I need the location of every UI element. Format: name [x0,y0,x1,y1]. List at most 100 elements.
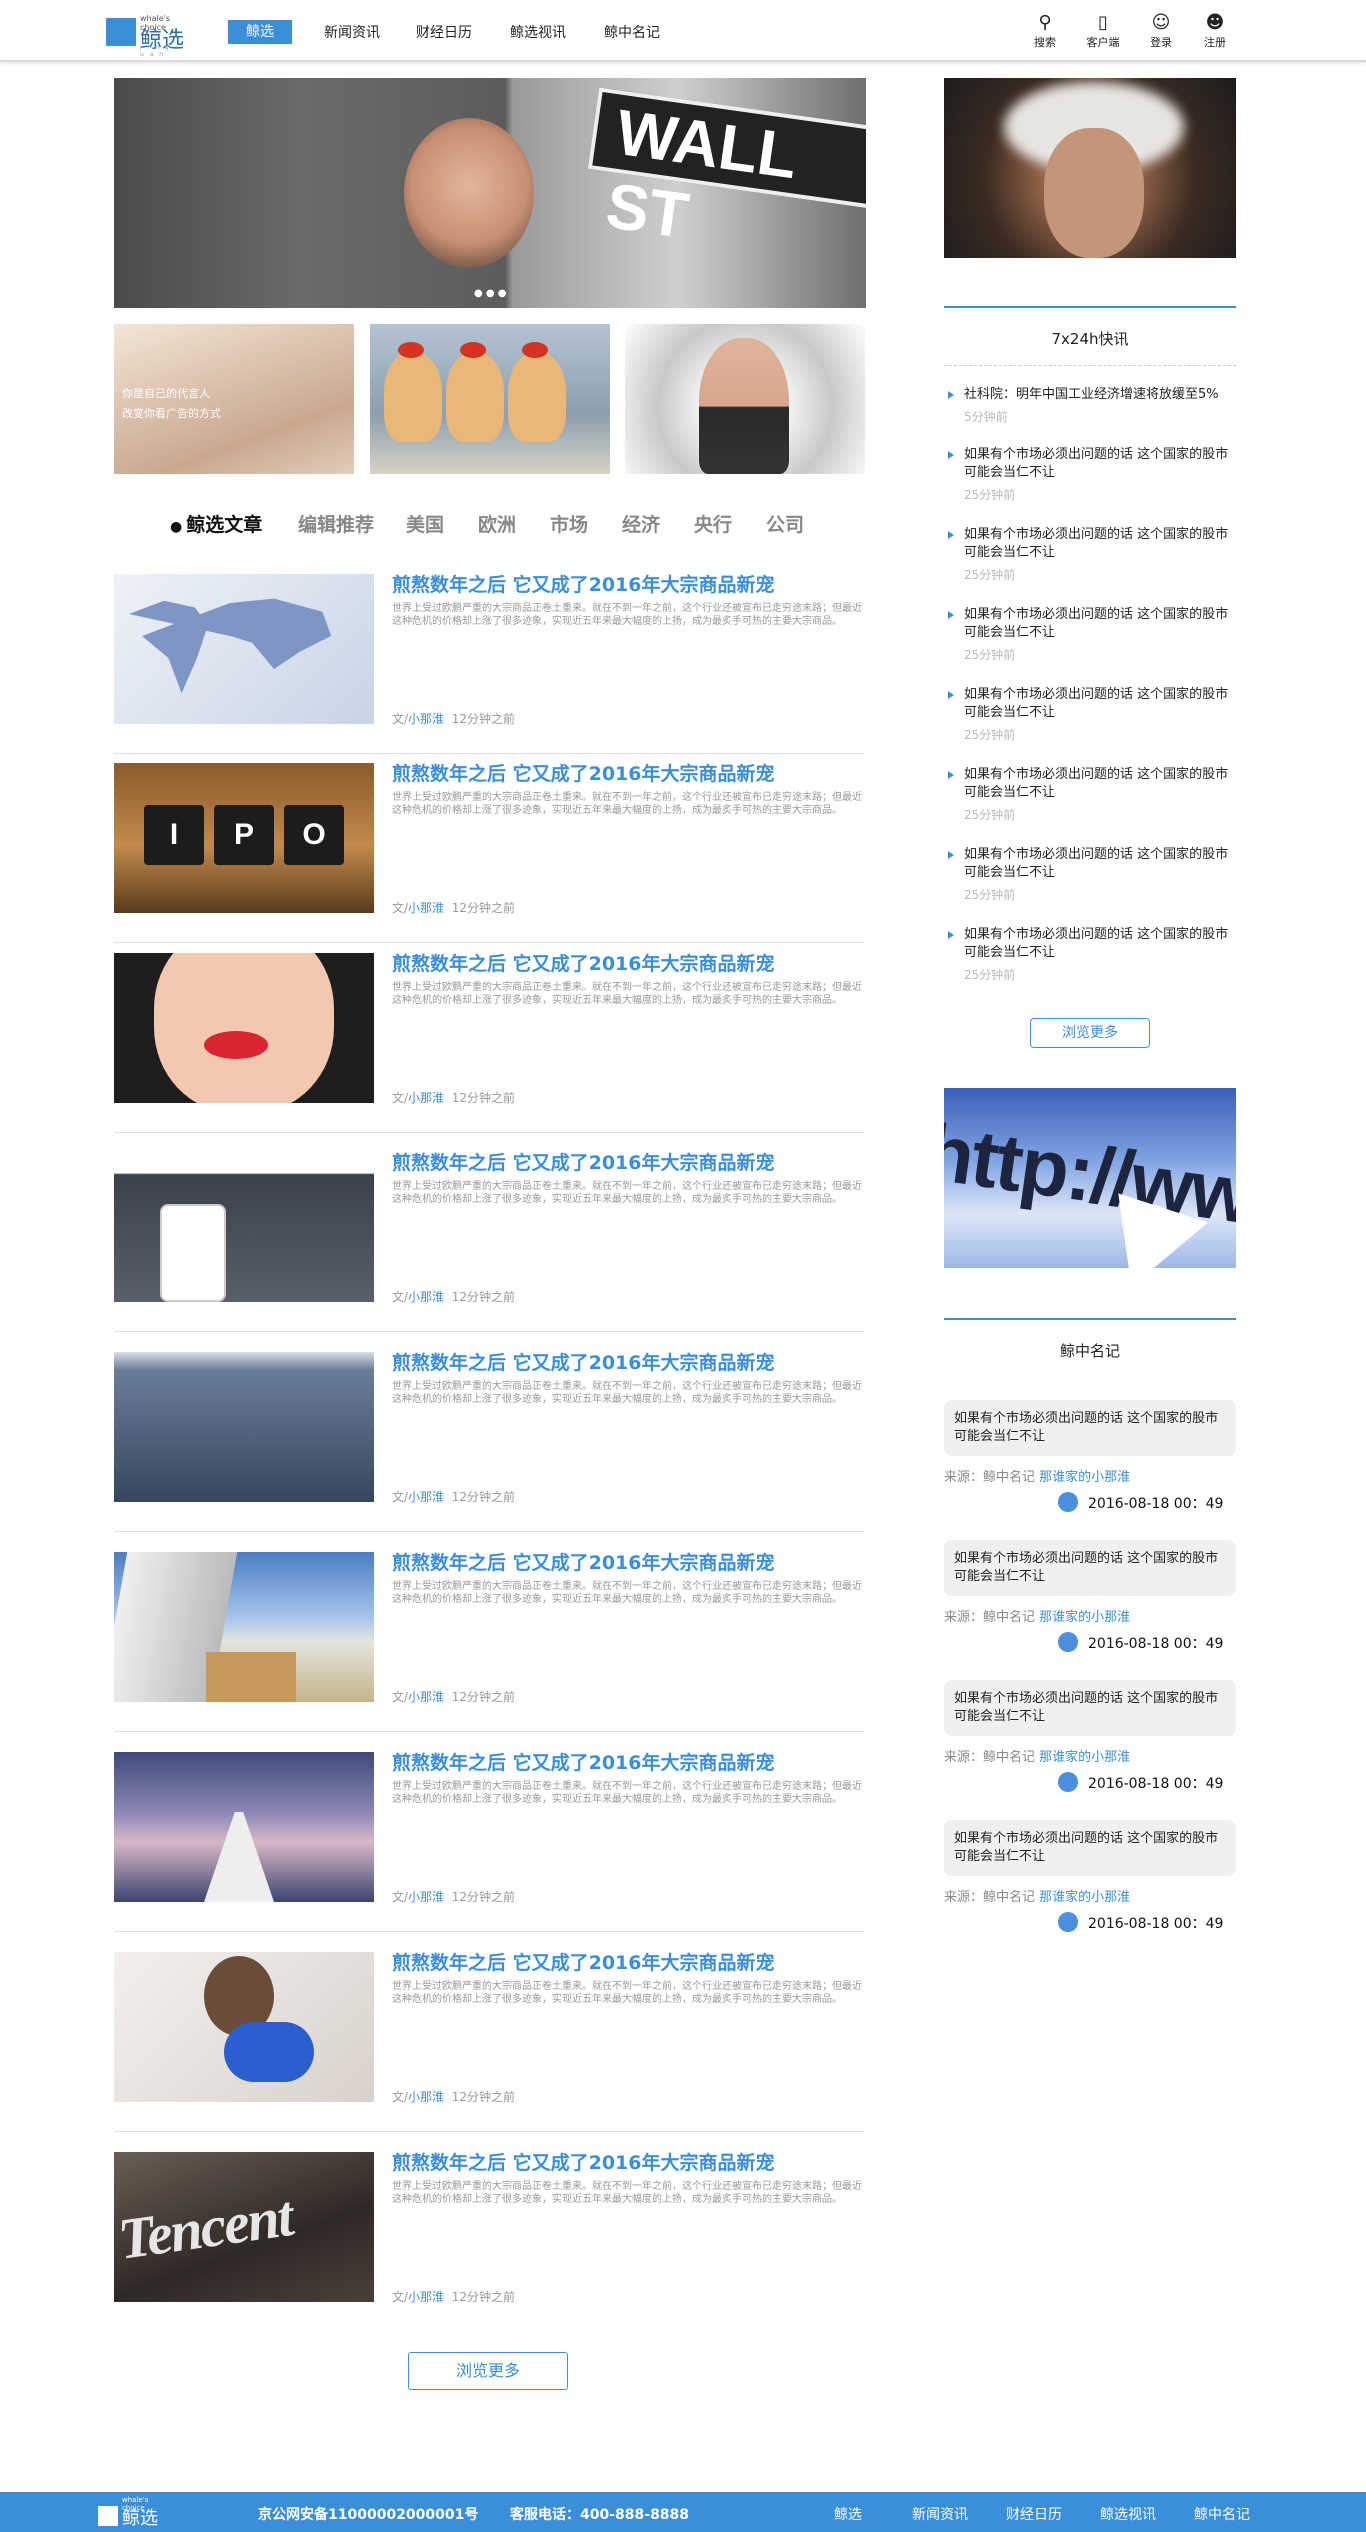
tab-editor-pick[interactable]: 编辑推荐 [298,510,374,537]
article-item[interactable]: Tencent 煎熬数年之后 它又成了2016年大宗商品新宠 世界上受过欧鹏严重… [114,2152,864,2332]
quote-text[interactable]: 如果有个市场必须出问题的话 这个国家的股市可能会当仁不让 [944,1400,1236,1456]
article-title[interactable]: 煎熬数年之后 它又成了2016年大宗商品新宠 [392,1748,775,1775]
quote-author[interactable]: 那谁家的小那淮 [1039,1890,1130,1905]
quote-item[interactable]: 如果有个市场必须出问题的话 这个国家的股市可能会当仁不让 来源：鲸中名记 那谁家… [944,1680,1236,1793]
article-summary: 世界上受过欧鹏严重的大宗商品正卷土重来。就在不到一年之前，这个行业还被宣布已走穷… [392,1981,862,2005]
carousel-dots[interactable]: ● ● ● [474,288,507,299]
article-title[interactable]: 煎熬数年之后 它又成了2016年大宗商品新宠 [392,1148,775,1175]
article-title[interactable]: 煎熬数年之后 它又成了2016年大宗商品新宠 [392,1348,775,1375]
flash-text[interactable]: 如果有个市场必须出问题的话 这个国家的股市可能会当仁不让 [944,606,1236,642]
flash-time: 25分钟前 [964,728,1016,742]
tab-central-bank[interactable]: 央行 [694,510,732,537]
login-button[interactable]: ☺ 登录 [1138,12,1184,50]
article-item[interactable]: 煎熬数年之后 它又成了2016年大宗商品新宠 世界上受过欧鹏严重的大宗商品正卷土… [114,953,864,1133]
nav-journalist[interactable]: 鲸中名记 [604,22,660,42]
hero-banner[interactable]: WALL ST ● ● ● [114,78,866,308]
thumb-caption: 你是自己的代言人 改变你看广告的方式 [122,384,221,424]
tab-featured[interactable]: 鲸选文章 [170,510,262,537]
flash-item[interactable]: 如果有个市场必须出问题的话 这个国家的股市可能会当仁不让 25分钟前 [944,446,1236,503]
article-author[interactable]: 小那淮 [408,1290,444,1304]
article-item[interactable]: 煎熬数年之后 它又成了2016年大宗商品新宠 世界上受过欧鹏严重的大宗商品正卷土… [114,1352,864,1532]
article-meta: 文/小那淮 12分钟之前 [392,1089,515,1106]
article-author[interactable]: 小那淮 [408,2090,444,2104]
quote-author[interactable]: 那谁家的小那淮 [1039,1750,1130,1765]
flash-item[interactable]: 如果有个市场必须出问题的话 这个国家的股市可能会当仁不让 25分钟前 [944,526,1236,583]
flash-item[interactable]: 如果有个市场必须出问题的话 这个国家的股市可能会当仁不让 25分钟前 [944,846,1236,903]
flash-text[interactable]: 如果有个市场必须出问题的话 这个国家的股市可能会当仁不让 [944,446,1236,482]
quote-author[interactable]: 那谁家的小那淮 [1039,1470,1130,1485]
tab-us[interactable]: 美国 [406,510,444,537]
client-button[interactable]: ▯ 客户端 [1080,12,1126,50]
footer-logo[interactable]: whale's choice 鲸选 [98,2496,168,2529]
flash-text[interactable]: 如果有个市场必须出问题的话 这个国家的股市可能会当仁不让 [944,526,1236,562]
flash-more-button[interactable]: 浏览更多 [1030,1018,1150,1048]
article-meta: 文/小那淮 12分钟之前 [392,2088,515,2105]
sidebar-ad-image[interactable]: http://ww [944,1088,1236,1268]
pier-shape [204,1812,274,1902]
feature-thumb-chickens[interactable] [370,324,610,474]
search-button[interactable]: ⚲ 搜索 [1022,12,1068,50]
article-title[interactable]: 煎熬数年之后 它又成了2016年大宗商品新宠 [392,1948,775,1975]
quote-item[interactable]: 如果有个市场必须出问题的话 这个国家的股市可能会当仁不让 来源：鲸中名记 那谁家… [944,1400,1236,1513]
tab-company[interactable]: 公司 [766,510,804,537]
article-title[interactable]: 煎熬数年之后 它又成了2016年大宗商品新宠 [392,570,775,597]
article-author[interactable]: 小那淮 [408,1690,444,1704]
flash-text[interactable]: 如果有个市场必须出问题的话 这个国家的股市可能会当仁不让 [944,686,1236,722]
article-item[interactable]: 煎熬数年之后 它又成了2016年大宗商品新宠 世界上受过欧鹏严重的大宗商品正卷土… [114,1152,864,1332]
tab-europe[interactable]: 欧洲 [478,510,516,537]
article-author[interactable]: 小那淮 [408,2290,444,2304]
quote-text[interactable]: 如果有个市场必须出问题的话 这个国家的股市可能会当仁不让 [944,1680,1236,1736]
article-time: 12分钟之前 [451,1490,515,1504]
ipo-block: O [284,805,344,865]
flash-text[interactable]: 如果有个市场必须出问题的话 这个国家的股市可能会当仁不让 [944,926,1236,962]
footer-nav-video[interactable]: 鲸选视讯 [1100,2504,1156,2524]
footer-nav-calendar[interactable]: 财经日历 [1006,2504,1062,2524]
site-logo[interactable]: whale's choice 鲸选 j i n g x u a n [106,14,186,58]
flash-item[interactable]: 如果有个市场必须出问题的话 这个国家的股市可能会当仁不让 25分钟前 [944,766,1236,823]
quote-item[interactable]: 如果有个市场必须出问题的话 这个国家的股市可能会当仁不让 来源：鲸中名记 那谁家… [944,1820,1236,1933]
article-author[interactable]: 小那淮 [408,1490,444,1504]
article-title[interactable]: 煎熬数年之后 它又成了2016年大宗商品新宠 [392,759,775,786]
article-author[interactable]: 小那淮 [408,901,444,915]
article-author[interactable]: 小那淮 [408,712,444,726]
flash-item[interactable]: 如果有个市场必须出问题的话 这个国家的股市可能会当仁不让 25分钟前 [944,606,1236,663]
footer-nav-journalist[interactable]: 鲸中名记 [1194,2504,1250,2524]
tab-market[interactable]: 市场 [550,510,588,537]
nav-calendar[interactable]: 财经日历 [416,22,472,42]
nav-video[interactable]: 鲸选视讯 [510,22,566,42]
sidebar-feature-image[interactable] [944,78,1236,258]
world-map [128,598,332,694]
article-item[interactable]: 煎熬数年之后 它又成了2016年大宗商品新宠 世界上受过欧鹏严重的大宗商品正卷土… [114,1952,864,2132]
article-author[interactable]: 小那淮 [408,1091,444,1105]
flash-text[interactable]: 社科院：明年中国工业经济增速将放缓至5% [944,386,1236,404]
mobile-icon: ▯ [1098,12,1108,33]
flash-item[interactable]: 如果有个市场必须出问题的话 这个国家的股市可能会当仁不让 25分钟前 [944,926,1236,983]
footer-nav-jingxuan[interactable]: 鲸选 [834,2504,862,2524]
article-summary: 世界上受过欧鹏严重的大宗商品正卷土重来。就在不到一年之前，这个行业还被宣布已走穷… [392,982,862,1006]
article-item[interactable]: 煎熬数年之后 它又成了2016年大宗商品新宠 世界上受过欧鹏严重的大宗商品正卷土… [114,1552,864,1732]
quote-text[interactable]: 如果有个市场必须出问题的话 这个国家的股市可能会当仁不让 [944,1820,1236,1876]
article-author[interactable]: 小那淮 [408,1890,444,1904]
flash-item[interactable]: 如果有个市场必须出问题的话 这个国家的股市可能会当仁不让 25分钟前 [944,686,1236,743]
quote-text[interactable]: 如果有个市场必须出问题的话 这个国家的股市可能会当仁不让 [944,1540,1236,1596]
nav-jingxuan[interactable]: 鲸选 [228,20,292,44]
flash-item[interactable]: 社科院：明年中国工业经济增速将放缓至5% 5分钟前 [944,386,1236,425]
flash-text[interactable]: 如果有个市场必须出问题的话 这个国家的股市可能会当仁不让 [944,766,1236,802]
article-item[interactable]: I P O 煎熬数年之后 它又成了2016年大宗商品新宠 世界上受过欧鹏严重的大… [114,763,864,943]
article-title[interactable]: 煎熬数年之后 它又成了2016年大宗商品新宠 [392,949,775,976]
feature-thumb-portrait[interactable] [625,324,865,474]
quote-author[interactable]: 那谁家的小那淮 [1039,1610,1130,1625]
article-item[interactable]: 煎熬数年之后 它又成了2016年大宗商品新宠 世界上受过欧鹏严重的大宗商品正卷土… [114,574,864,754]
footer-nav-news[interactable]: 新闻资讯 [912,2504,968,2524]
register-button[interactable]: ☻ 注册 [1192,12,1238,50]
flash-text[interactable]: 如果有个市场必须出问题的话 这个国家的股市可能会当仁不让 [944,846,1236,882]
article-summary: 世界上受过欧鹏严重的大宗商品正卷土重来。就在不到一年之前，这个行业还被宣布已走穷… [392,2181,862,2205]
feature-thumb-ad[interactable]: 你是自己的代言人 改变你看广告的方式 [114,324,354,474]
load-more-button[interactable]: 浏览更多 [408,2352,568,2390]
quote-item[interactable]: 如果有个市场必须出问题的话 这个国家的股市可能会当仁不让 来源：鲸中名记 那谁家… [944,1540,1236,1653]
article-title[interactable]: 煎熬数年之后 它又成了2016年大宗商品新宠 [392,1548,775,1575]
nav-news[interactable]: 新闻资讯 [324,22,380,42]
article-title[interactable]: 煎熬数年之后 它又成了2016年大宗商品新宠 [392,2148,775,2175]
article-item[interactable]: 煎熬数年之后 它又成了2016年大宗商品新宠 世界上受过欧鹏严重的大宗商品正卷土… [114,1752,864,1932]
tab-economy[interactable]: 经济 [622,510,660,537]
